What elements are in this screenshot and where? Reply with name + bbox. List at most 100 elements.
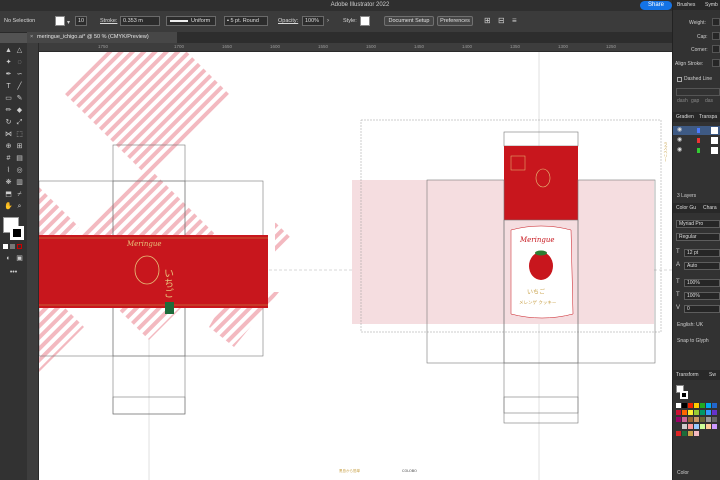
pen-tool-icon[interactable]: ✒ [4,71,13,79]
h-scale-field[interactable]: 100% [684,279,720,287]
stroke-profile-line-icon [170,20,188,22]
font-style-field[interactable]: Regular [676,233,720,241]
stroke-label[interactable]: Stroke: [100,17,117,26]
cap-butt-icon[interactable] [712,32,720,40]
tab-brushes[interactable]: Brushes [677,0,695,10]
horizontal-ruler[interactable]: 1750 1700 1650 1600 1550 1500 1450 1400 … [38,43,672,52]
paintbrush-icon[interactable]: ✎ [15,95,24,103]
shape-builder-icon[interactable]: ⊕ [4,143,13,151]
perspective-grid-icon[interactable]: ⊞ [15,143,24,151]
line-tool-icon[interactable]: ╱ [15,83,24,91]
eyedropper-icon[interactable]: ⌇ [4,167,13,175]
chevron-down-icon[interactable]: ▾ [67,19,70,26]
zoom-tool-icon[interactable]: ⌕ [15,203,24,211]
ruler-label: 1600 [270,44,281,49]
draw-mode-icon[interactable]: ◐ [4,255,13,263]
eraser-icon[interactable]: ◆ [15,107,24,115]
stroke-color-box[interactable] [10,226,24,240]
close-tab-icon[interactable]: × [30,32,33,43]
screen-mode-icon[interactable]: ▣ [15,255,24,263]
none-mode-icon[interactable] [17,244,22,249]
swatch-stroke-box[interactable] [680,391,688,399]
eye-icon[interactable]: ◉ [677,126,682,133]
style-label: Style: [343,18,357,24]
symbol-sprayer-icon[interactable]: ❋ [4,179,13,187]
type-tool-icon[interactable]: T [4,83,13,91]
document-setup-button[interactable]: Document Setup [384,16,434,26]
color-panel-tab[interactable]: Color [677,470,689,476]
eye-icon[interactable]: ◉ [677,146,682,153]
rotate-icon[interactable]: ↻ [4,119,13,127]
arrange-documents-icon[interactable]: ⊞ [484,16,491,25]
tab-character[interactable]: Chara [703,203,717,213]
transform-tab-header: Transform Sw [673,370,720,380]
tracking-field[interactable]: 0 [684,305,720,313]
dashed-line-checkbox[interactable] [677,77,682,82]
tab-swatches[interactable]: Sw [709,370,716,380]
product-jp-sub: メレンゲ クッキー [519,299,557,306]
swatch-grid[interactable] [676,403,720,458]
eye-icon[interactable]: ◉ [677,136,682,143]
vertical-ruler[interactable] [27,43,39,480]
layer-row[interactable]: ◉ [673,126,720,135]
opacity-label[interactable]: Opacity: [278,17,298,26]
more-tools-icon[interactable]: ••• [9,269,18,277]
layer-thumbnail [711,147,718,154]
mesh-icon[interactable]: # [4,155,13,163]
gradient-mode-icon[interactable] [10,244,15,249]
dash-label-2: das [705,98,714,104]
layer-row[interactable]: ◉ [673,136,720,145]
layer-row[interactable]: ◉ [673,146,720,155]
font-family-field[interactable]: Myriad Pro [676,220,720,228]
brush-dropdown[interactable]: • 5 pt. Round [224,16,268,26]
stroke-profile-dropdown[interactable]: Uniform [166,16,216,26]
align-stroke-icon[interactable] [712,59,720,67]
slice-icon[interactable]: ⌿ [15,191,24,199]
opacity-field[interactable]: 100% [302,16,324,26]
opacity-chevron-icon[interactable]: › [327,18,329,24]
rectangle-tool-icon[interactable]: ▭ [4,95,13,103]
curvature-icon[interactable]: ∽ [15,71,24,79]
fill-swatch[interactable] [55,16,65,26]
tab-transform[interactable]: Transform [676,370,699,380]
free-transform-icon[interactable]: ⬚ [15,131,24,139]
width-tool-icon[interactable]: ⋈ [4,131,13,139]
corner-miter-icon[interactable] [712,45,720,53]
style-swatch[interactable] [360,16,370,26]
snap-to-glyph-label: Snap to Glyph [677,338,709,344]
tab-color-guide[interactable]: Color Gu [676,203,696,213]
dash-fields[interactable] [676,88,720,96]
language-field[interactable]: English: UK [677,322,703,328]
gradient-tab-header: Gradien Transpa [673,112,720,122]
artboard-canvas[interactable]: Meringue いちご Meringue いちご メレンゲ クッキー ラズベリ… [39,52,672,480]
selection-tool-icon[interactable]: ▲ [4,47,13,55]
leading-field[interactable]: Auto [684,262,720,270]
graph-tool-icon[interactable]: ▥ [15,179,24,187]
hand-tool-icon[interactable]: ✋ [4,203,13,211]
document-tab[interactable]: × meringue_ichigo.ai* @ 50 % (CMYK/Previ… [27,32,177,43]
tab-gradient[interactable]: Gradien [676,112,694,122]
align-icon[interactable]: ⊟ [498,16,505,25]
tab-transparency[interactable]: Transpa [699,112,717,122]
tab-symbols[interactable]: Symb [705,0,718,10]
preferences-button[interactable]: Preferences [437,16,473,26]
direct-selection-icon[interactable]: △ [15,47,24,55]
v-scale-field[interactable]: 100% [684,292,720,300]
blend-icon[interactable]: ◎ [15,167,24,175]
stroke-weight-field[interactable] [712,18,720,26]
share-button[interactable]: Share [640,1,672,10]
brand-script-left: Meringue [126,240,162,248]
artboard-tool-icon[interactable]: ⬒ [4,191,13,199]
window-title-bar: Adobe Illustrator 2022 [0,0,720,11]
lasso-icon[interactable]: ◌ [15,59,24,67]
magic-wand-icon[interactable]: ✦ [4,59,13,67]
stroke-swatch[interactable]: 10 [75,16,87,26]
scale-icon[interactable]: ⤢ [15,119,24,127]
more-options-icon[interactable]: ≡ [512,16,517,25]
pencil-icon[interactable]: ✏ [4,107,13,115]
color-mode-icon[interactable] [3,244,8,249]
font-size-field[interactable]: 12 pt [684,249,720,257]
stroke-weight-field[interactable]: 0.353 m [120,16,160,26]
corner-label: Corner: [691,47,708,53]
gradient-icon[interactable]: ▤ [15,155,24,163]
